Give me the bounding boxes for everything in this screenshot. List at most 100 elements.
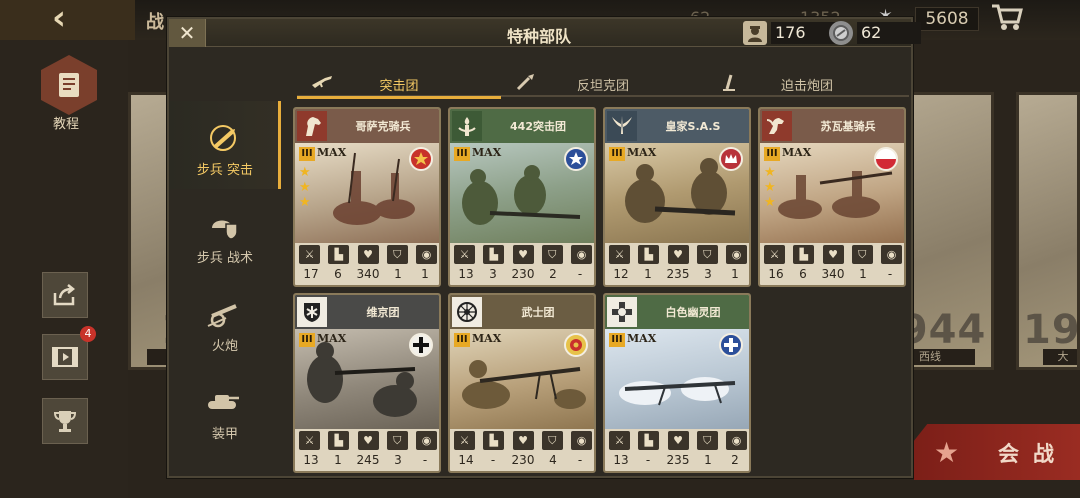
tab-assault-regiment[interactable]: 突击团 <box>297 69 501 99</box>
heart-icon: ♥ <box>512 431 534 450</box>
uk-crown-flag <box>719 147 743 171</box>
poland-flag <box>874 147 898 171</box>
eye-icon: ◉ <box>726 245 747 264</box>
tab-antitank-regiment[interactable]: 反坦克团 <box>501 69 705 97</box>
rank-badge: III <box>299 333 315 347</box>
eye-icon: ◉ <box>881 245 902 264</box>
shield-icon: ⛉ <box>696 245 718 264</box>
stat-value-row: 13 1 245 3 - <box>299 453 437 467</box>
japan-chrysanthemum-flag <box>564 333 588 357</box>
stat-value-row: 12 1 235 3 1 <box>609 267 747 281</box>
film-icon <box>52 347 78 367</box>
stat-move: 6 <box>799 267 807 281</box>
stat-defense: 4 <box>549 453 557 467</box>
stat-defense: 1 <box>704 453 712 467</box>
sidebar-label: 装甲 <box>211 427 238 442</box>
horse-head-icon <box>297 111 327 141</box>
eye-icon: ◉ <box>726 431 747 450</box>
stat-defense: 3 <box>394 453 402 467</box>
unit-card-samurai[interactable]: 武士团 III MAX ⚔ ▙ ♥ ⛉ ◉ 14 - 230 4 - <box>448 293 596 473</box>
stat-attack: 13 <box>458 267 474 281</box>
stat-vision: 1 <box>421 267 429 281</box>
unit-name: 武士团 <box>521 306 555 319</box>
close-icon: ✕ <box>178 21 196 45</box>
sidebar-item-artillery[interactable]: 火炮 <box>169 277 281 365</box>
stat-health: 235 <box>666 267 690 281</box>
soviet-star-flag <box>409 147 433 171</box>
sidebar-label: 火炮 <box>211 339 238 354</box>
stat-value-row: 13 3 230 2 - <box>454 267 592 281</box>
boot-icon: ▙ <box>328 431 350 450</box>
campaign-card[interactable]: 19 大 <box>1016 92 1080 370</box>
laurel-star-icon: ★ <box>934 436 960 469</box>
eye-icon: ◉ <box>571 431 592 450</box>
stat-vision: - <box>577 267 583 281</box>
battle-label: 会战 <box>998 442 1068 466</box>
shield-icon: ⛉ <box>541 245 563 264</box>
stat-health: 230 <box>511 267 535 281</box>
unit-card-wiking[interactable]: 维京团 III MAX ⚔ ▙ ♥ ⛉ ◉ 13 1 245 3 - <box>293 293 441 473</box>
stat-vision: 2 <box>731 453 739 467</box>
rank-badge: III <box>454 147 470 161</box>
back-button[interactable]: ‹ <box>0 0 135 40</box>
campaign-year: 19 <box>1023 307 1080 353</box>
rank-badge: III <box>454 333 470 347</box>
unit-card-white-ghost[interactable]: 白色幽灵团 III MAX ⚔ ▙ ♥ ⛉ ◉ 13 - 235 1 2 <box>603 293 751 473</box>
boot-icon: ▙ <box>483 431 505 450</box>
attack-icon: ⚔ <box>299 431 320 450</box>
star-icon: ★ <box>299 195 311 210</box>
eye-icon: ◉ <box>571 245 592 264</box>
battle-button[interactable]: ★ 会战 <box>914 424 1080 480</box>
modal-header: ✕ 特种部队 176 62 <box>169 19 921 47</box>
shield-icon: ⛉ <box>851 245 873 264</box>
share-button[interactable] <box>42 272 88 318</box>
medal-resource: 62 <box>829 21 921 45</box>
artillery-icon <box>205 299 241 329</box>
heart-icon: ♥ <box>357 245 379 264</box>
star-icon: ★ <box>764 180 776 195</box>
stat-attack: 12 <box>613 267 629 281</box>
unit-card-cossack-cavalry[interactable]: 哥萨克骑兵 III MAX ★ ★ ★ ⚔ ▙ ♥ ⛉ ◉ 17 6 340 1 1 <box>293 107 441 287</box>
sidebar-item-infantry-tactics[interactable]: 步兵 战术 <box>169 189 281 277</box>
unit-name: 苏瓦基骑兵 <box>820 120 876 133</box>
stat-move: 6 <box>334 267 342 281</box>
sidebar-item-armor[interactable]: 装甲 <box>169 365 281 453</box>
shop-cart-icon[interactable] <box>990 2 1024 32</box>
max-level-label: MAX <box>627 146 657 159</box>
stat-move: 1 <box>334 453 342 467</box>
rank-badge: III <box>609 147 625 161</box>
officer-resource: 176 <box>743 21 835 45</box>
unit-name: 白色幽灵团 <box>665 306 721 319</box>
tab-label: 反坦克团 <box>576 79 629 94</box>
attack-icon: ⚔ <box>764 245 785 264</box>
stat-attack: 13 <box>613 453 629 467</box>
stat-defense: 3 <box>704 267 712 281</box>
video-button[interactable] <box>42 334 88 380</box>
unit-card-442-assault[interactable]: 442突击团 III MAX ⚔ ▙ ♥ ⛉ ◉ 13 3 230 2 - <box>448 107 596 287</box>
unit-name: 皇家S.A.S <box>665 120 721 133</box>
stat-attack: 14 <box>458 453 474 467</box>
max-level-label: MAX <box>317 332 347 345</box>
star-icon: ★ <box>764 165 776 180</box>
close-button[interactable]: ✕ <box>169 19 206 47</box>
unit-card-royal-sas[interactable]: 皇家S.A.S III MAX ⚔ ▙ ♥ ⛉ ◉ 12 1 235 3 1 <box>603 107 751 287</box>
unit-card-suwalki-cavalry[interactable]: 苏瓦基骑兵 III MAX ★ ★ ★ ⚔ ▙ ♥ ⛉ ◉ 16 6 340 1- <box>758 107 906 287</box>
star-icon: ★ <box>764 195 776 210</box>
trophy-button[interactable] <box>42 398 88 444</box>
silver-medal-icon <box>829 21 853 45</box>
attack-icon: ⚔ <box>609 431 630 450</box>
winged-horse-icon <box>762 111 792 141</box>
eye-icon: ◉ <box>416 431 437 450</box>
finnish-cross-icon <box>607 297 637 327</box>
tab-mortar-regiment[interactable]: 迫击炮团 <box>705 69 909 97</box>
sidebar-item-infantry-assault[interactable]: 步兵 突击 <box>169 101 281 189</box>
stat-icon-row: ⚔ ▙ ♥ ⛉ ◉ <box>609 245 747 265</box>
chrysanthemum-icon <box>452 297 482 327</box>
max-level-label: MAX <box>782 146 812 159</box>
stat-attack: 13 <box>303 453 319 467</box>
stat-health: 245 <box>356 453 380 467</box>
sidebar-label: 步兵 战术 <box>196 251 254 266</box>
max-level-label: MAX <box>472 332 502 345</box>
us-star-flag <box>564 147 588 171</box>
background-title: 战 <box>146 12 164 33</box>
